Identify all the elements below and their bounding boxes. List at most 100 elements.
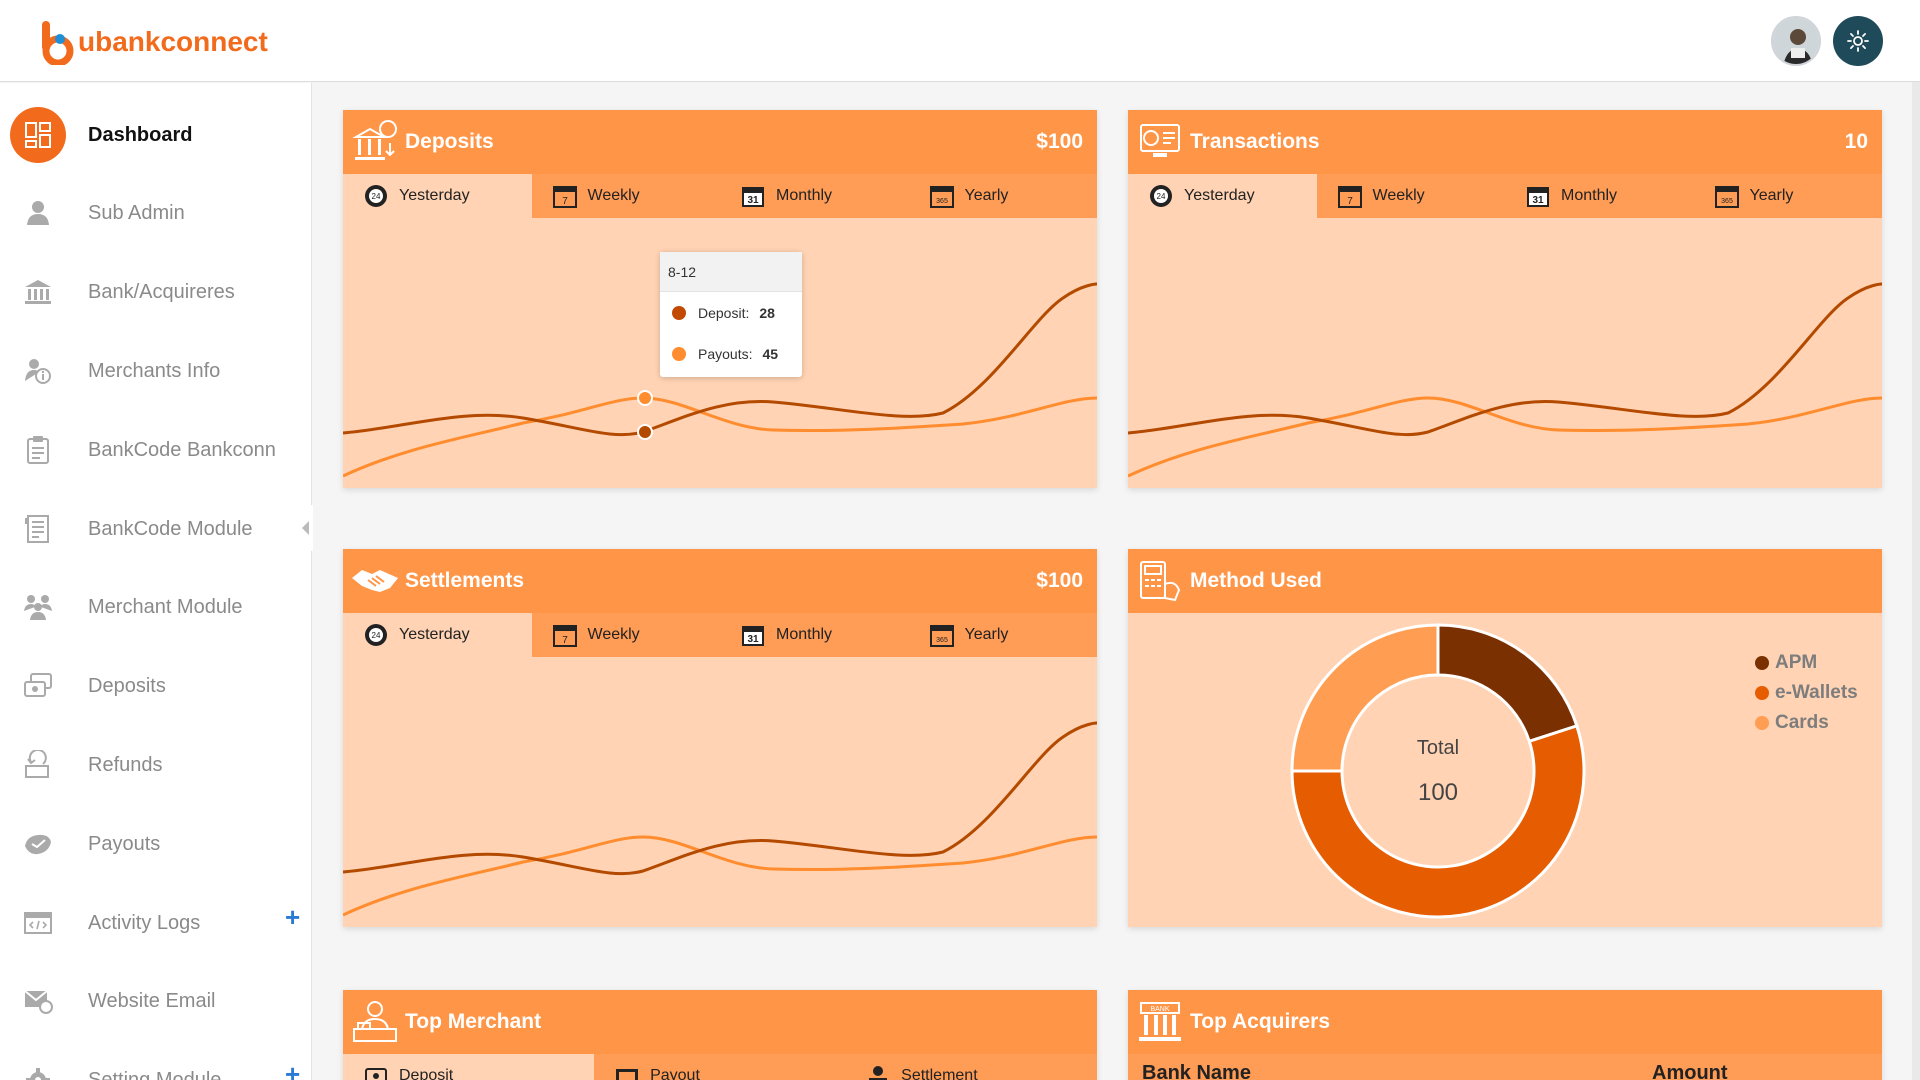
transactions-dark-line	[1128, 282, 1882, 437]
sidebar-collapse-button[interactable]	[297, 505, 313, 551]
svg-text:7: 7	[562, 635, 568, 646]
tab-yearly[interactable]: 365 Yearly	[909, 174, 1098, 218]
sidebar-item-deposits[interactable]: Deposits	[0, 656, 300, 716]
deposit-icon	[365, 1068, 387, 1080]
tab-weekly[interactable]: 7 Weekly	[532, 174, 721, 218]
transactions-chart	[1128, 282, 1882, 478]
svg-text:BANK: BANK	[1150, 1006, 1169, 1013]
bank-deposit-icon	[349, 116, 401, 168]
sidebar-item-setting-module[interactable]: Setting Module	[0, 1050, 300, 1080]
calendar-365-icon: 365	[1714, 186, 1739, 208]
sidebar-item-activity-logs[interactable]: Activity Logs	[0, 893, 300, 953]
tab-monthly[interactable]: 31 Monthly	[720, 613, 909, 657]
sidebar-item-sub-admin[interactable]: Sub Admin	[0, 183, 300, 243]
top-acquirers-title: Top Acquirers	[1190, 1010, 1331, 1033]
calendar-31-icon: 31	[1527, 187, 1549, 207]
top-acquirers-card: BANK Top Acquirers Bank Name Amount	[1128, 990, 1882, 1080]
sidebar-item-dashboard[interactable]: Dashboard	[0, 105, 300, 165]
tab-weekly[interactable]: 7 Weekly	[532, 613, 721, 657]
logo-bank: bank	[95, 26, 161, 57]
settlements-tabs: 24 Yesterday 7 Weekly 31 Monthly 365 Yearly	[343, 613, 1097, 657]
tab-settlement[interactable]: Settlement	[845, 1054, 1097, 1080]
users-icon	[10, 579, 66, 635]
transactions-card: Transactions 10 24 Yesterday 7 Weekly 31 Mo…	[1128, 110, 1882, 488]
settlements-light-line	[343, 835, 1097, 917]
tooltip-deposit-label: Deposit:	[698, 304, 750, 321]
clock-24-icon: 24	[1150, 185, 1172, 207]
sidebar-item-bank-acquireres[interactable]: Bank/Acquireres	[0, 262, 300, 322]
setting-module-expand-icon[interactable]: +	[285, 1059, 300, 1080]
legend-label: Cards	[1775, 712, 1829, 733]
calendar-7-icon: 7	[552, 625, 577, 647]
sidebar-item-website-email[interactable]: Website Email	[0, 971, 300, 1031]
tab-label: Deposit	[399, 1067, 454, 1080]
top-merchant-header: Top Merchant	[343, 990, 1097, 1054]
sidebar-item-label: Merchant Module	[88, 595, 243, 618]
tab-yearly[interactable]: 365 Yearly	[909, 613, 1098, 657]
tab-monthly[interactable]: 31 Monthly	[720, 174, 909, 218]
donut-total-label: Total	[1416, 737, 1460, 759]
legend-label: e-Wallets	[1775, 682, 1858, 703]
sidebar: Dashboard Sub Admin Bank/Acquireres Merc…	[0, 83, 313, 1080]
svg-text:7: 7	[1347, 196, 1353, 207]
tab-label: Weekly	[587, 626, 640, 643]
tab-payout[interactable]: Payout	[594, 1054, 845, 1080]
page-scrollbar[interactable]	[1912, 82, 1920, 1080]
sidebar-item-merchants-info[interactable]: Merchants Info	[0, 341, 300, 401]
settlements-header: Settlements $100	[343, 549, 1097, 613]
donut-total-value: 100	[1417, 779, 1459, 806]
transactions-title: Transactions	[1190, 130, 1320, 153]
document-icon	[10, 501, 66, 557]
deposits-title: Deposits	[405, 130, 494, 153]
transactions-value: 10	[1844, 130, 1868, 153]
payment-terminal-icon	[1134, 555, 1186, 607]
sidebar-item-label: BankCode Module	[88, 517, 253, 540]
donut-slice-apm[interactable]	[1436, 623, 1579, 744]
top-acquirers-header: BANK Top Acquirers	[1128, 990, 1882, 1054]
sidebar-item-bankcode-bankconn[interactable]: BankCode Bankconn	[0, 420, 300, 480]
tab-label: Yearly	[964, 187, 1009, 204]
legend-item-cards[interactable]: Cards	[1755, 708, 1858, 738]
transaction-monitor-icon	[1134, 116, 1186, 168]
logo-mark-icon	[42, 21, 74, 65]
sidebar-item-refunds[interactable]: Refunds	[0, 735, 300, 795]
calendar-7-icon: 7	[552, 186, 577, 208]
tab-yesterday[interactable]: 24 Yesterday	[343, 613, 532, 657]
avatar-person-icon	[1773, 18, 1819, 64]
bank-building-icon: BANK	[1134, 996, 1186, 1048]
tab-monthly[interactable]: 31 Monthly	[1505, 174, 1694, 218]
legend-item-apm[interactable]: APM	[1755, 648, 1858, 678]
tab-deposit[interactable]: Deposit	[343, 1054, 595, 1080]
tab-label: Yesterday	[1184, 187, 1255, 204]
tab-yesterday[interactable]: 24 Yesterday	[1128, 174, 1317, 218]
sidebar-item-bankcode-module[interactable]: BankCode Module	[0, 499, 300, 559]
bank-icon	[10, 264, 66, 320]
activity-logs-expand-icon[interactable]: +	[285, 902, 300, 933]
payout-icon	[616, 1069, 639, 1080]
avatar[interactable]	[1771, 16, 1821, 66]
payouts-point	[637, 390, 653, 406]
tab-yearly[interactable]: 365 Yearly	[1694, 174, 1883, 218]
tab-label: Yesterday	[399, 187, 470, 204]
calendar-365-icon: 365	[929, 625, 954, 647]
payout-icon	[10, 816, 66, 872]
tooltip-title: 8-12	[660, 252, 802, 292]
logo-u: u	[78, 26, 96, 57]
clock-24-icon: 24	[365, 185, 387, 207]
deposit-icon	[10, 658, 66, 714]
logo[interactable]: ubankconnect	[40, 18, 268, 66]
sidebar-item-label: Dashboard	[88, 123, 193, 146]
calendar-7-icon: 7	[1337, 186, 1362, 208]
legend-item-e-wallets[interactable]: e-Wallets	[1755, 678, 1858, 708]
tab-label: Yearly	[1749, 187, 1794, 204]
settings-button[interactable]	[1833, 16, 1883, 66]
clock-24-icon: 24	[365, 624, 387, 646]
top-merchant-title: Top Merchant	[405, 1010, 542, 1033]
chevron-left-icon	[302, 521, 309, 535]
sidebar-item-payouts[interactable]: Payouts	[0, 814, 300, 874]
tab-yesterday[interactable]: 24 Yesterday	[343, 174, 532, 218]
sidebar-item-merchant-module[interactable]: Merchant Module	[0, 577, 300, 637]
tab-weekly[interactable]: 7 Weekly	[1317, 174, 1506, 218]
svg-text:365: 365	[1721, 198, 1733, 205]
gear-icon	[1847, 30, 1869, 52]
